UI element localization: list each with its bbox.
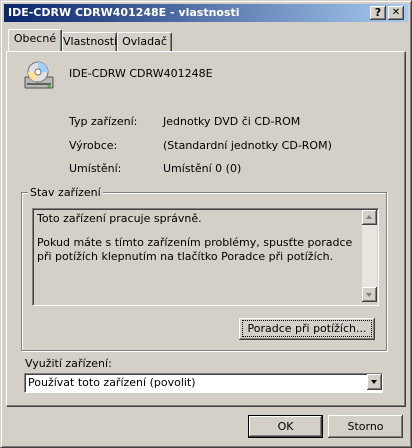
cancel-button[interactable]: Storno: [328, 415, 403, 438]
manufacturer-label: Výrobce:: [69, 139, 118, 152]
status-scrollbar[interactable]: [362, 210, 377, 302]
device-status-text[interactable]: Toto zařízení pracuje správně. Pokud mát…: [32, 208, 379, 306]
arrow-up-icon: [366, 215, 372, 219]
tab-properties-label: Vlastnosti: [63, 35, 118, 48]
device-usage-label: Využití zařízení:: [25, 357, 112, 370]
scroll-up-button[interactable]: [362, 210, 377, 225]
ok-button[interactable]: OK: [248, 415, 323, 438]
device-usage-select[interactable]: Používat toto zařízení (povolit): [24, 373, 383, 393]
arrow-down-icon: [366, 293, 372, 297]
device-name: IDE-CDRW CDRW401248E: [69, 67, 213, 80]
window-title: IDE-CDRW CDRW401248E - vlastnosti: [8, 6, 240, 19]
location-label: Umístění:: [69, 162, 122, 175]
device-status-title: Stav zařízení: [28, 186, 103, 199]
status-line-help: Pokud máte s tímto zařízením problémy, s…: [37, 236, 353, 263]
properties-dialog: IDE-CDRW CDRW401248E - vlastnosti ? ✕ Ob…: [0, 0, 412, 448]
ok-button-label: OK: [277, 420, 294, 433]
tab-general[interactable]: Obecné: [8, 29, 62, 51]
troubleshoot-button[interactable]: Poradce při potížích...: [239, 318, 375, 340]
title-bar[interactable]: IDE-CDRW CDRW401248E - vlastnosti ? ✕: [4, 4, 408, 22]
scroll-down-button[interactable]: [362, 287, 377, 302]
tab-driver[interactable]: Ovladač: [117, 32, 172, 51]
troubleshoot-button-label: Poradce při potížích...: [242, 320, 372, 337]
location-value: Umístění 0 (0): [163, 162, 242, 175]
manufacturer-value: (Standardní jednotky CD-ROM): [163, 139, 332, 152]
help-button[interactable]: ?: [370, 6, 386, 20]
device-type-value: Jednotky DVD či CD-ROM: [163, 115, 301, 128]
close-button[interactable]: ✕: [388, 6, 404, 20]
device-type-label: Typ zařízení:: [69, 115, 138, 128]
general-tab-panel: IDE-CDRW CDRW401248E Typ zařízení: Jedno…: [6, 51, 406, 407]
tab-driver-label: Ovladač: [122, 35, 167, 48]
chevron-down-icon: [371, 380, 377, 384]
device-usage-value: Používat toto zařízení (povolit): [28, 376, 196, 389]
dropdown-button[interactable]: [367, 374, 382, 390]
status-line-ok: Toto zařízení pracuje správně.: [37, 212, 202, 225]
cancel-button-label: Storno: [347, 420, 384, 433]
cd-drive-icon: [23, 60, 55, 92]
tab-properties[interactable]: Vlastnosti: [62, 32, 117, 51]
device-status-group: Stav zařízení Toto zařízení pracuje sprá…: [21, 186, 387, 351]
tab-general-label: Obecné: [13, 32, 57, 45]
